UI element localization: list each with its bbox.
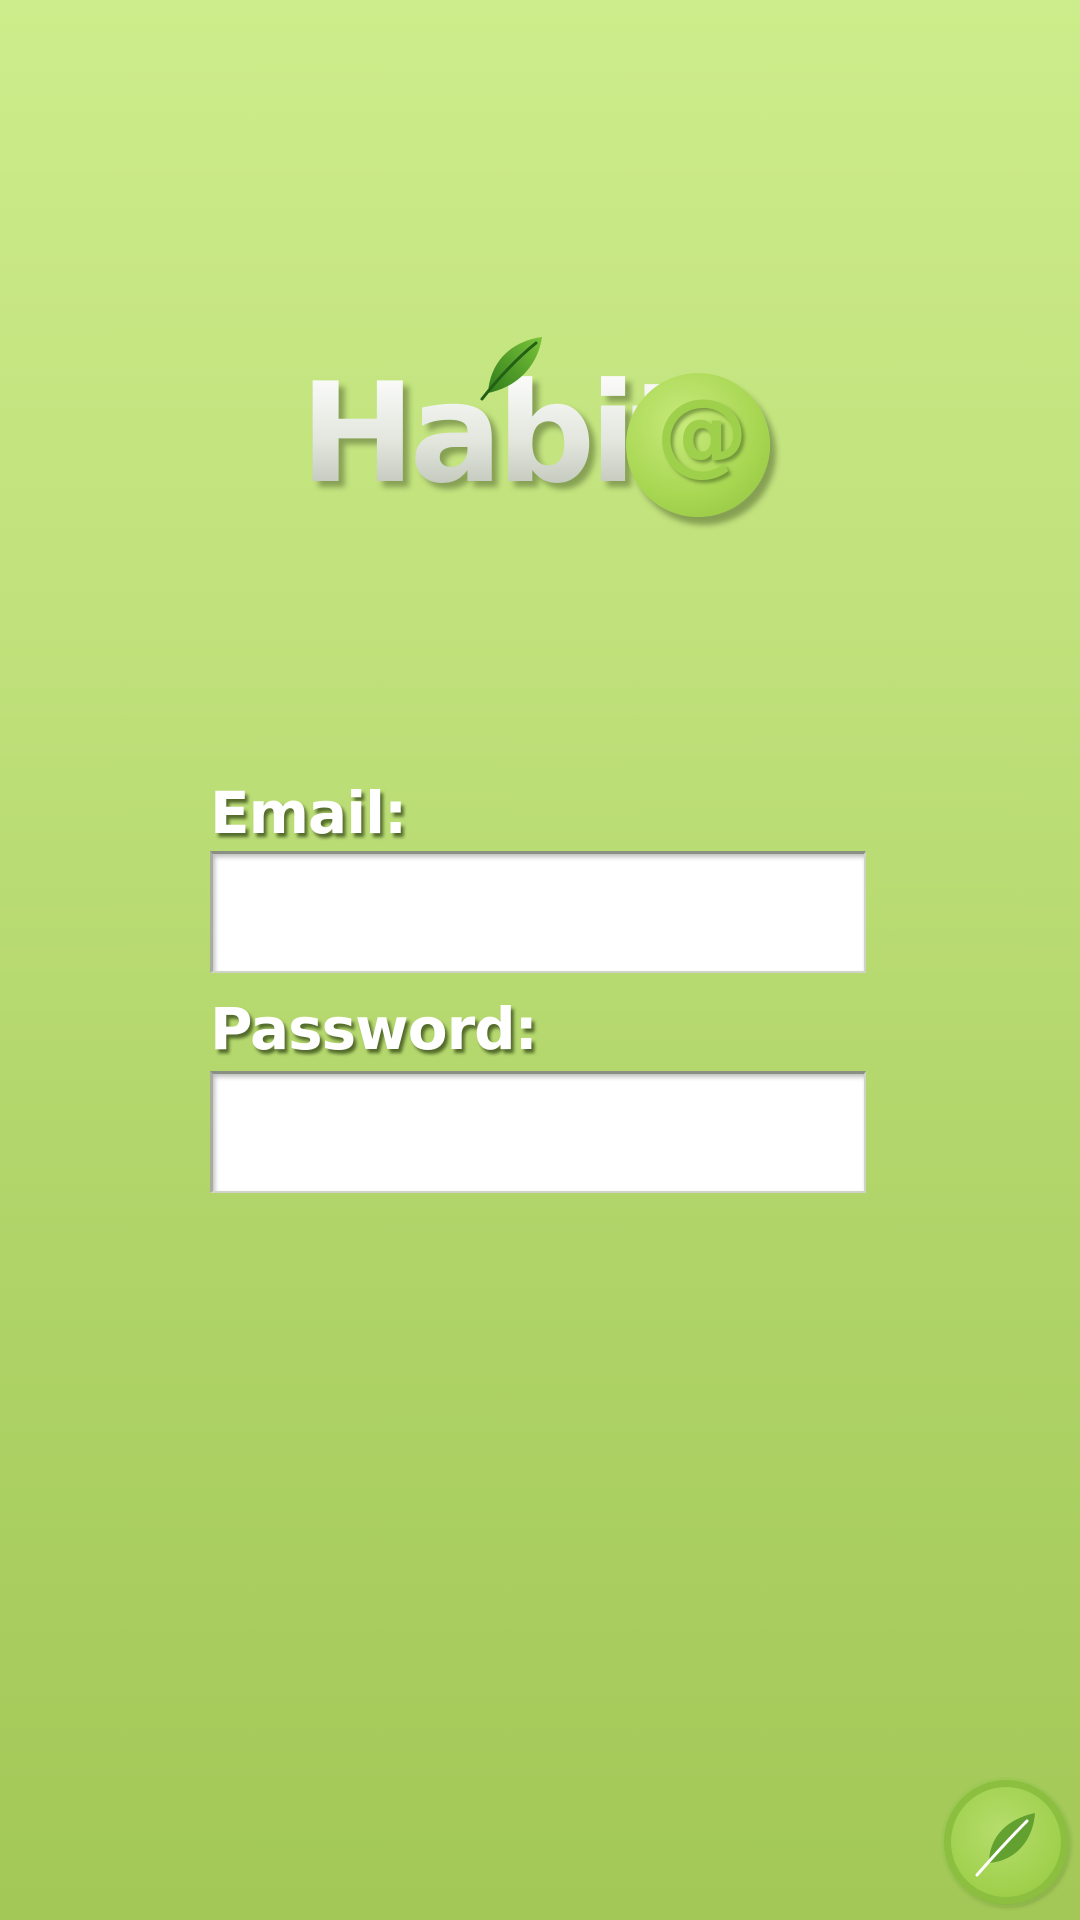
logo-at-symbol: @ — [656, 379, 748, 486]
leaf-icon — [975, 1813, 1035, 1877]
password-input[interactable] — [210, 1071, 866, 1193]
email-label: Email: — [210, 779, 407, 847]
app-logo: Habit @ — [300, 325, 780, 517]
leaf-button[interactable] — [944, 1780, 1068, 1904]
logo-at-badge: @ — [626, 373, 770, 517]
password-label: Password: — [210, 995, 538, 1063]
leaf-icon — [480, 337, 542, 401]
email-input[interactable] — [210, 851, 866, 973]
